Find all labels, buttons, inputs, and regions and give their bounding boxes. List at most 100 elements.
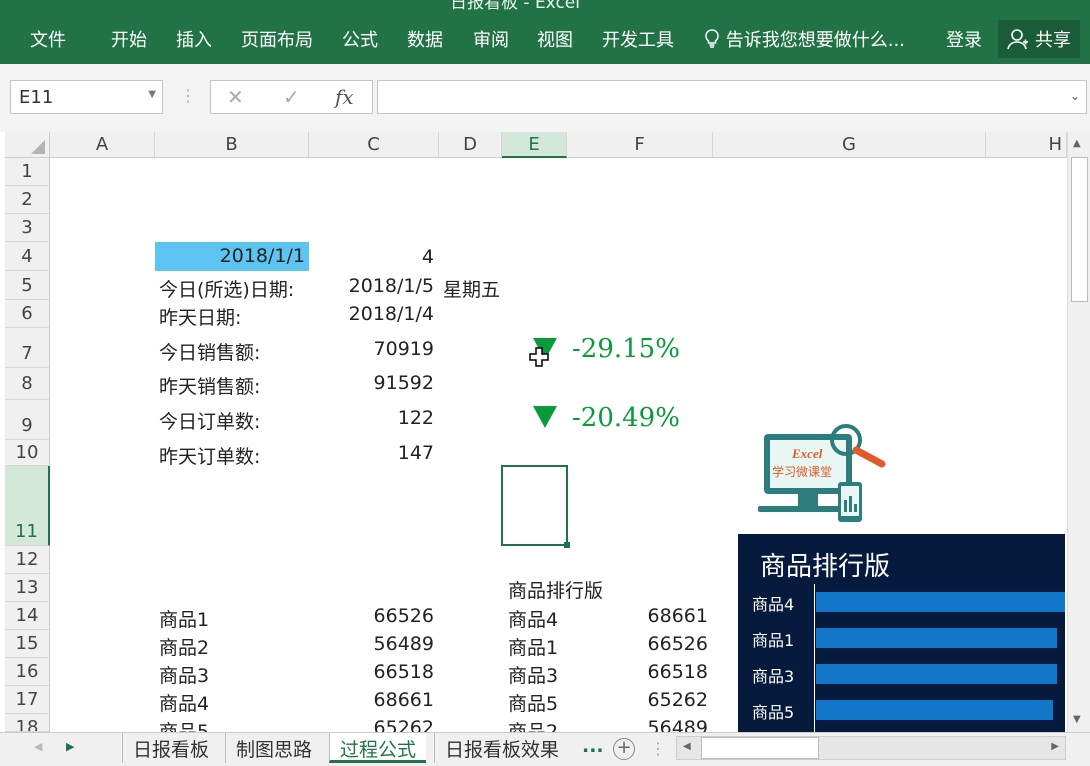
scroll-right-icon[interactable]: ▶ [1051,741,1059,752]
horizontal-scrollbar[interactable]: ◀ ▶ [676,736,1066,760]
row-header-1[interactable]: 1 [5,158,50,186]
vertical-scroll-thumb[interactable] [1071,157,1088,302]
cell-b4[interactable]: 2018/1/1 [155,242,309,271]
cell-e14[interactable]: 商品4 [508,605,558,632]
horizontal-scroll-thumb[interactable] [701,737,819,759]
tab-review[interactable]: 审阅 [473,26,509,52]
add-sheet-button[interactable]: + [613,738,635,760]
cell-f17[interactable]: 65262 [600,689,708,711]
enter-icon[interactable]: ✓ [283,85,300,109]
row-header-5[interactable]: 5 [5,271,50,300]
name-box[interactable]: E11 ▼ [10,80,163,114]
cancel-icon[interactable]: ✕ [227,85,244,109]
cell-b15[interactable]: 商品2 [159,633,209,660]
row-header-3[interactable]: 3 [5,214,50,242]
cell-e17[interactable]: 商品5 [508,689,558,716]
chevron-down-icon[interactable]: ▼ [148,89,156,100]
cell-f18[interactable]: 56489 [600,717,708,732]
cell-c5[interactable]: 2018/1/5 [330,275,434,297]
column-header-e[interactable]: E [502,132,567,158]
cell-c17[interactable]: 68661 [330,689,434,711]
cell-b8[interactable]: 昨天销售额: [159,372,260,399]
row-header-16[interactable]: 16 [5,658,50,686]
row-header-9[interactable]: 9 [5,400,50,440]
cell-e15[interactable]: 商品1 [508,633,558,660]
tab-home[interactable]: 开始 [111,26,147,52]
cell-f15[interactable]: 66526 [600,633,708,655]
cell-b7[interactable]: 今日销售额: [159,338,260,365]
row-header-11[interactable]: 11 [5,466,50,546]
cell-d5[interactable]: 星期五 [443,275,500,302]
cell-c8[interactable]: 91592 [330,372,434,394]
cell-c7[interactable]: 70919 [330,338,434,360]
login-link[interactable]: 登录 [946,26,982,52]
tab-developer[interactable]: 开发工具 [602,26,674,52]
prev-sheet-icon[interactable]: ◀ [34,740,42,753]
cell-c18[interactable]: 65262 [330,717,434,732]
column-header-g[interactable]: G [713,132,986,158]
column-header-h[interactable]: H [986,132,1067,158]
column-header-d[interactable]: D [439,132,502,158]
cell-c10[interactable]: 147 [330,442,434,464]
sheet-tab-chart-ideas[interactable]: 制图思路 [225,733,312,763]
tab-page-layout[interactable]: 页面布局 [241,26,313,52]
cell-b17[interactable]: 商品4 [159,689,209,716]
row-header-8[interactable]: 8 [5,368,50,400]
sheet-tab-daily-board[interactable]: 日报看板 [122,733,209,763]
cell-e18[interactable]: 商品2 [508,717,558,732]
column-header-a[interactable]: A [50,132,155,158]
row-header-12[interactable]: 12 [5,546,50,574]
sheet-tab-process-formulas[interactable]: 过程公式 [329,733,427,763]
formula-input[interactable]: ⌄ [377,80,1087,114]
cell-c6[interactable]: 2018/1/4 [330,303,434,325]
insert-function-icon[interactable]: fx [335,85,354,109]
tell-me-box[interactable]: 告诉我您想要做什么... [704,26,905,52]
cell-f16[interactable]: 66518 [600,661,708,683]
row-header-6[interactable]: 6 [5,300,50,328]
tab-split-handle-icon[interactable]: ⋮ [650,739,666,758]
tab-data[interactable]: 数据 [407,26,443,52]
cell-c4[interactable]: 4 [330,246,434,268]
cell-b9[interactable]: 今日订单数: [159,407,260,434]
select-all-button[interactable] [5,132,50,158]
cell-f14[interactable]: 68661 [600,605,708,627]
cell-b10[interactable]: 昨天订单数: [159,442,260,469]
row-header-17[interactable]: 17 [5,686,50,714]
row-header-2[interactable]: 2 [5,186,50,214]
tab-view[interactable]: 视图 [537,26,573,52]
cell-c9[interactable]: 122 [330,407,434,429]
share-button[interactable]: 共享 [998,20,1080,58]
row-header-14[interactable]: 14 [5,602,50,630]
column-header-f[interactable]: F [567,132,713,158]
tab-formulas[interactable]: 公式 [342,26,378,52]
cell-b14[interactable]: 商品1 [159,605,209,632]
next-sheet-icon[interactable]: ▶ [66,740,74,753]
cell-e16[interactable]: 商品3 [508,661,558,688]
row-header-4[interactable]: 4 [5,242,50,271]
cell-c14[interactable]: 66526 [330,605,434,627]
scroll-up-icon[interactable]: ▲ [1073,138,1081,149]
tab-file[interactable]: 文件 [30,26,66,52]
row-header-15[interactable]: 15 [5,630,50,658]
row-header-18[interactable]: 18 [5,714,50,732]
cell-c16[interactable]: 66518 [330,661,434,683]
cell-e13[interactable]: 商品排行版 [508,576,603,603]
cell-b5[interactable]: 今日(所选)日期: [159,275,294,302]
tab-insert[interactable]: 插入 [176,26,212,52]
column-header-b[interactable]: B [155,132,309,158]
sheet-tab-board-effect[interactable]: 日报看板效果 [434,733,559,763]
more-sheets-button[interactable]: ... [582,733,604,763]
cell-c15[interactable]: 56489 [330,633,434,655]
vertical-scrollbar[interactable]: ▲ ▼ [1067,132,1090,732]
row-header-10[interactable]: 10 [5,440,50,466]
scroll-down-icon[interactable]: ▼ [1073,714,1081,725]
row-header-7[interactable]: 7 [5,328,50,368]
drag-handle-icon[interactable]: ⋮ [180,86,196,105]
column-header-c[interactable]: C [309,132,439,158]
cell-b18[interactable]: 商品5 [159,717,209,732]
cell-b6[interactable]: 昨天日期: [159,303,241,330]
product-ranking-chart[interactable]: 商品排行版 商品4 商品1 商品3 商品5 [738,534,1065,734]
selected-cell-e11[interactable] [501,465,570,548]
expand-formula-icon[interactable]: ⌄ [1070,89,1080,103]
row-header-13[interactable]: 13 [5,574,50,602]
